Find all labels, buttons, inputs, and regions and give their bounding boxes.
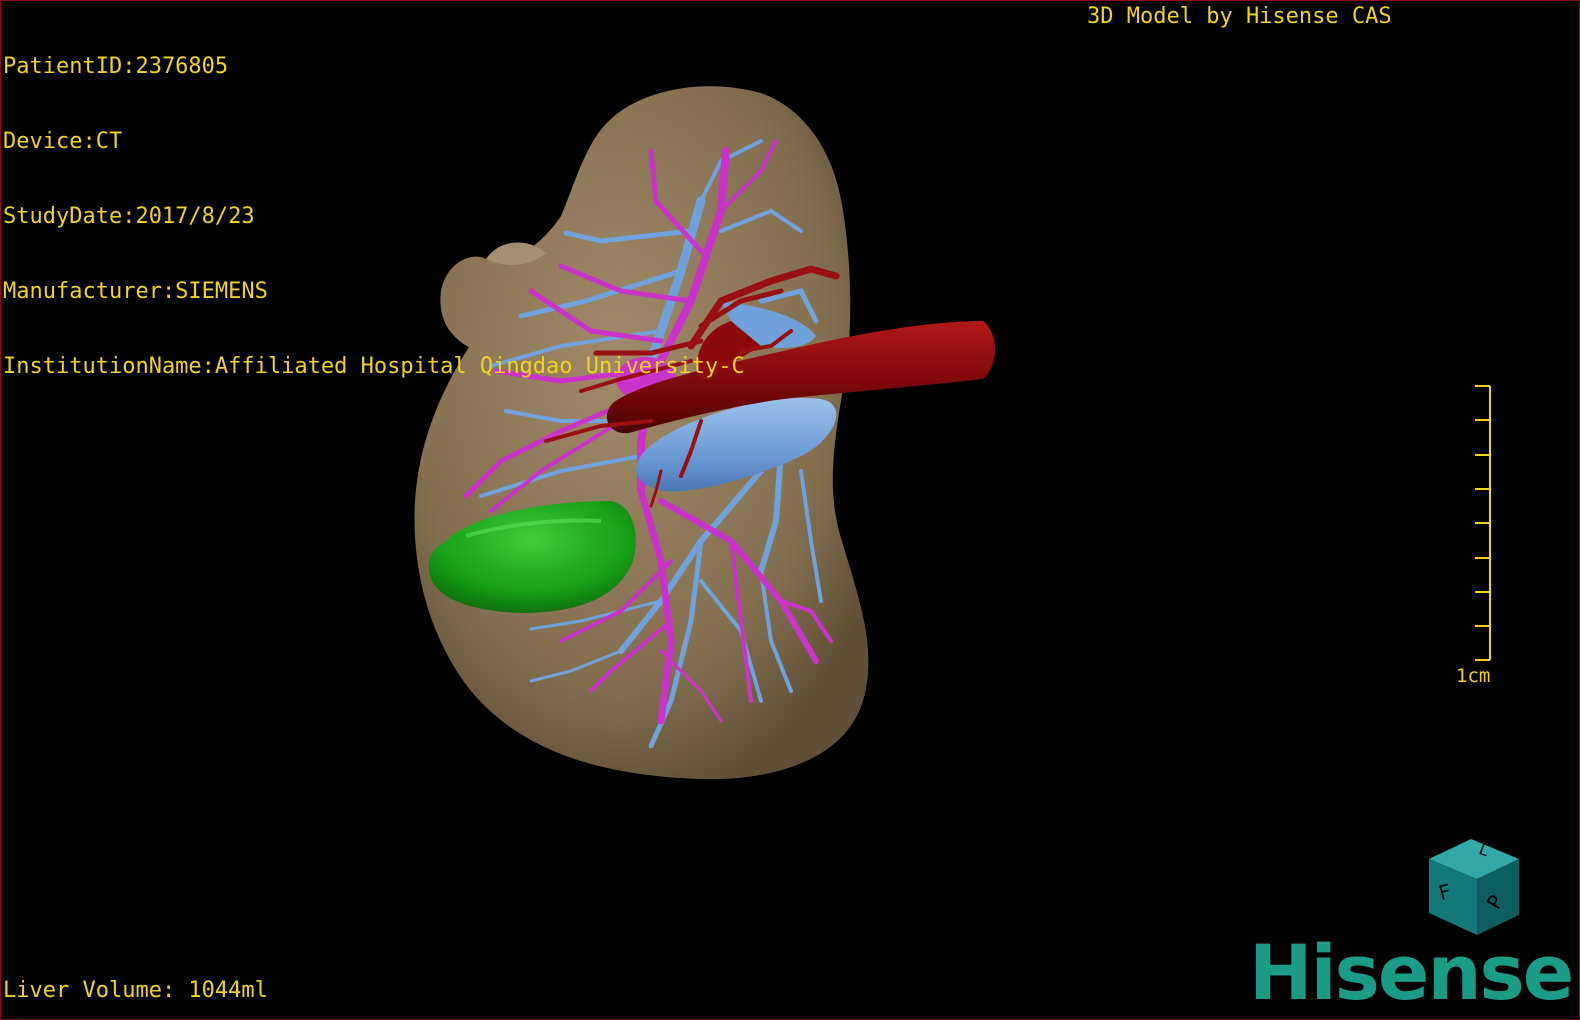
study-date-text: StudyDate:2017/8/23 <box>3 204 255 229</box>
scale-bar <box>1475 385 1491 661</box>
liver-volume-text: Liver Volume: 1044ml <box>3 978 268 1003</box>
3d-viewport[interactable]: PatientID:2376805 Device:CT StudyDate:20… <box>0 0 1580 1020</box>
institution-text: InstitutionName:Affiliated Hospital Qing… <box>3 354 745 379</box>
hisense-logo: Hisense <box>1249 928 1574 1017</box>
device-text: Device:CT <box>3 129 123 154</box>
manufacturer-text: Manufacturer:SIEMENS <box>3 279 268 304</box>
scale-bar-label: 1cm <box>1456 665 1491 687</box>
orientation-cube-icon[interactable]: F L P <box>1429 837 1529 937</box>
patient-info-overlay: PatientID:2376805 Device:CT StudyDate:20… <box>3 4 745 429</box>
model-brand-title: 3D Model by Hisense CAS <box>1087 4 1392 29</box>
patient-id-text: PatientID:2376805 <box>3 54 229 79</box>
